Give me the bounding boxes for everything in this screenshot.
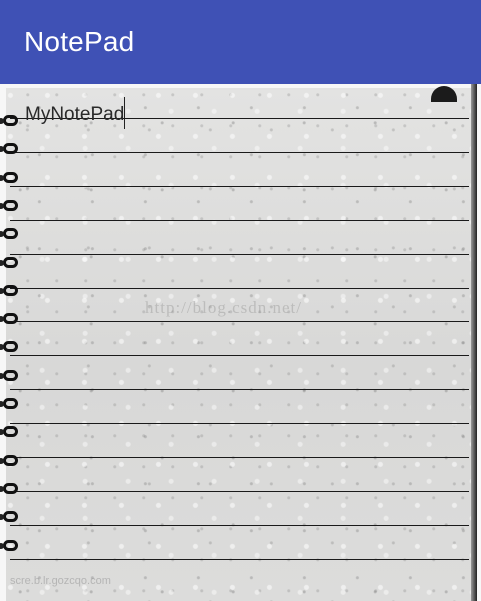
app-title: NotePad: [24, 26, 135, 57]
ring-loop: [3, 370, 18, 381]
binding-ring: [0, 369, 20, 383]
ruled-line: [10, 355, 469, 356]
binding-ring: [0, 284, 20, 298]
binding-ring: [0, 227, 20, 241]
ruled-line: [10, 254, 469, 255]
ring-loop: [3, 426, 18, 437]
watermark-text: http://blog.csdn.net/: [145, 298, 302, 317]
ruled-line: [10, 559, 469, 560]
binding-ring: [0, 510, 20, 524]
app-bar: NotePad: [0, 0, 481, 84]
ring-loop: [3, 115, 18, 126]
ring-loop: [3, 511, 18, 522]
note-editor-text[interactable]: MyNotePad: [25, 97, 126, 129]
binding-ring: [0, 312, 20, 326]
ring-loop: [3, 200, 18, 211]
footer-watermark: scre.b.lr.gozcqo.com: [10, 575, 111, 587]
binding-ring: [0, 256, 20, 270]
ring-loop: [3, 143, 18, 154]
binding-ring: [0, 199, 20, 213]
notebook-area[interactable]: [0, 84, 481, 601]
ring-loop: [3, 172, 18, 183]
ruled-line: [10, 389, 469, 390]
binding-ring: [0, 340, 20, 354]
ring-loop: [3, 313, 18, 324]
text-cursor: [124, 97, 126, 129]
ring-loop: [3, 455, 18, 466]
binding-ring: [0, 114, 20, 128]
paper-edge: [471, 84, 477, 601]
ring-loop: [3, 398, 18, 409]
binding-ring: [0, 171, 20, 185]
ruled-line: [10, 457, 469, 458]
ring-loop: [3, 540, 18, 551]
binding-ring: [0, 425, 20, 439]
ring-loop: [3, 285, 18, 296]
ring-loop: [3, 483, 18, 494]
ruled-line: [10, 423, 469, 424]
ruled-line: [10, 152, 469, 153]
ruled-line: [10, 288, 469, 289]
ruled-line: [10, 491, 469, 492]
ring-loop: [3, 257, 18, 268]
binding-ring: [0, 397, 20, 411]
binding-ring: [0, 539, 20, 553]
ruled-line: [10, 321, 469, 322]
note-content: MyNotePad: [25, 104, 125, 125]
ring-loop: [3, 228, 18, 239]
binding-ring: [0, 454, 20, 468]
binding-ring: [0, 482, 20, 496]
ruled-line: [10, 525, 469, 526]
binding-ring: [0, 142, 20, 156]
ring-loop: [3, 341, 18, 352]
ruled-line: [10, 186, 469, 187]
ruled-line: [10, 220, 469, 221]
